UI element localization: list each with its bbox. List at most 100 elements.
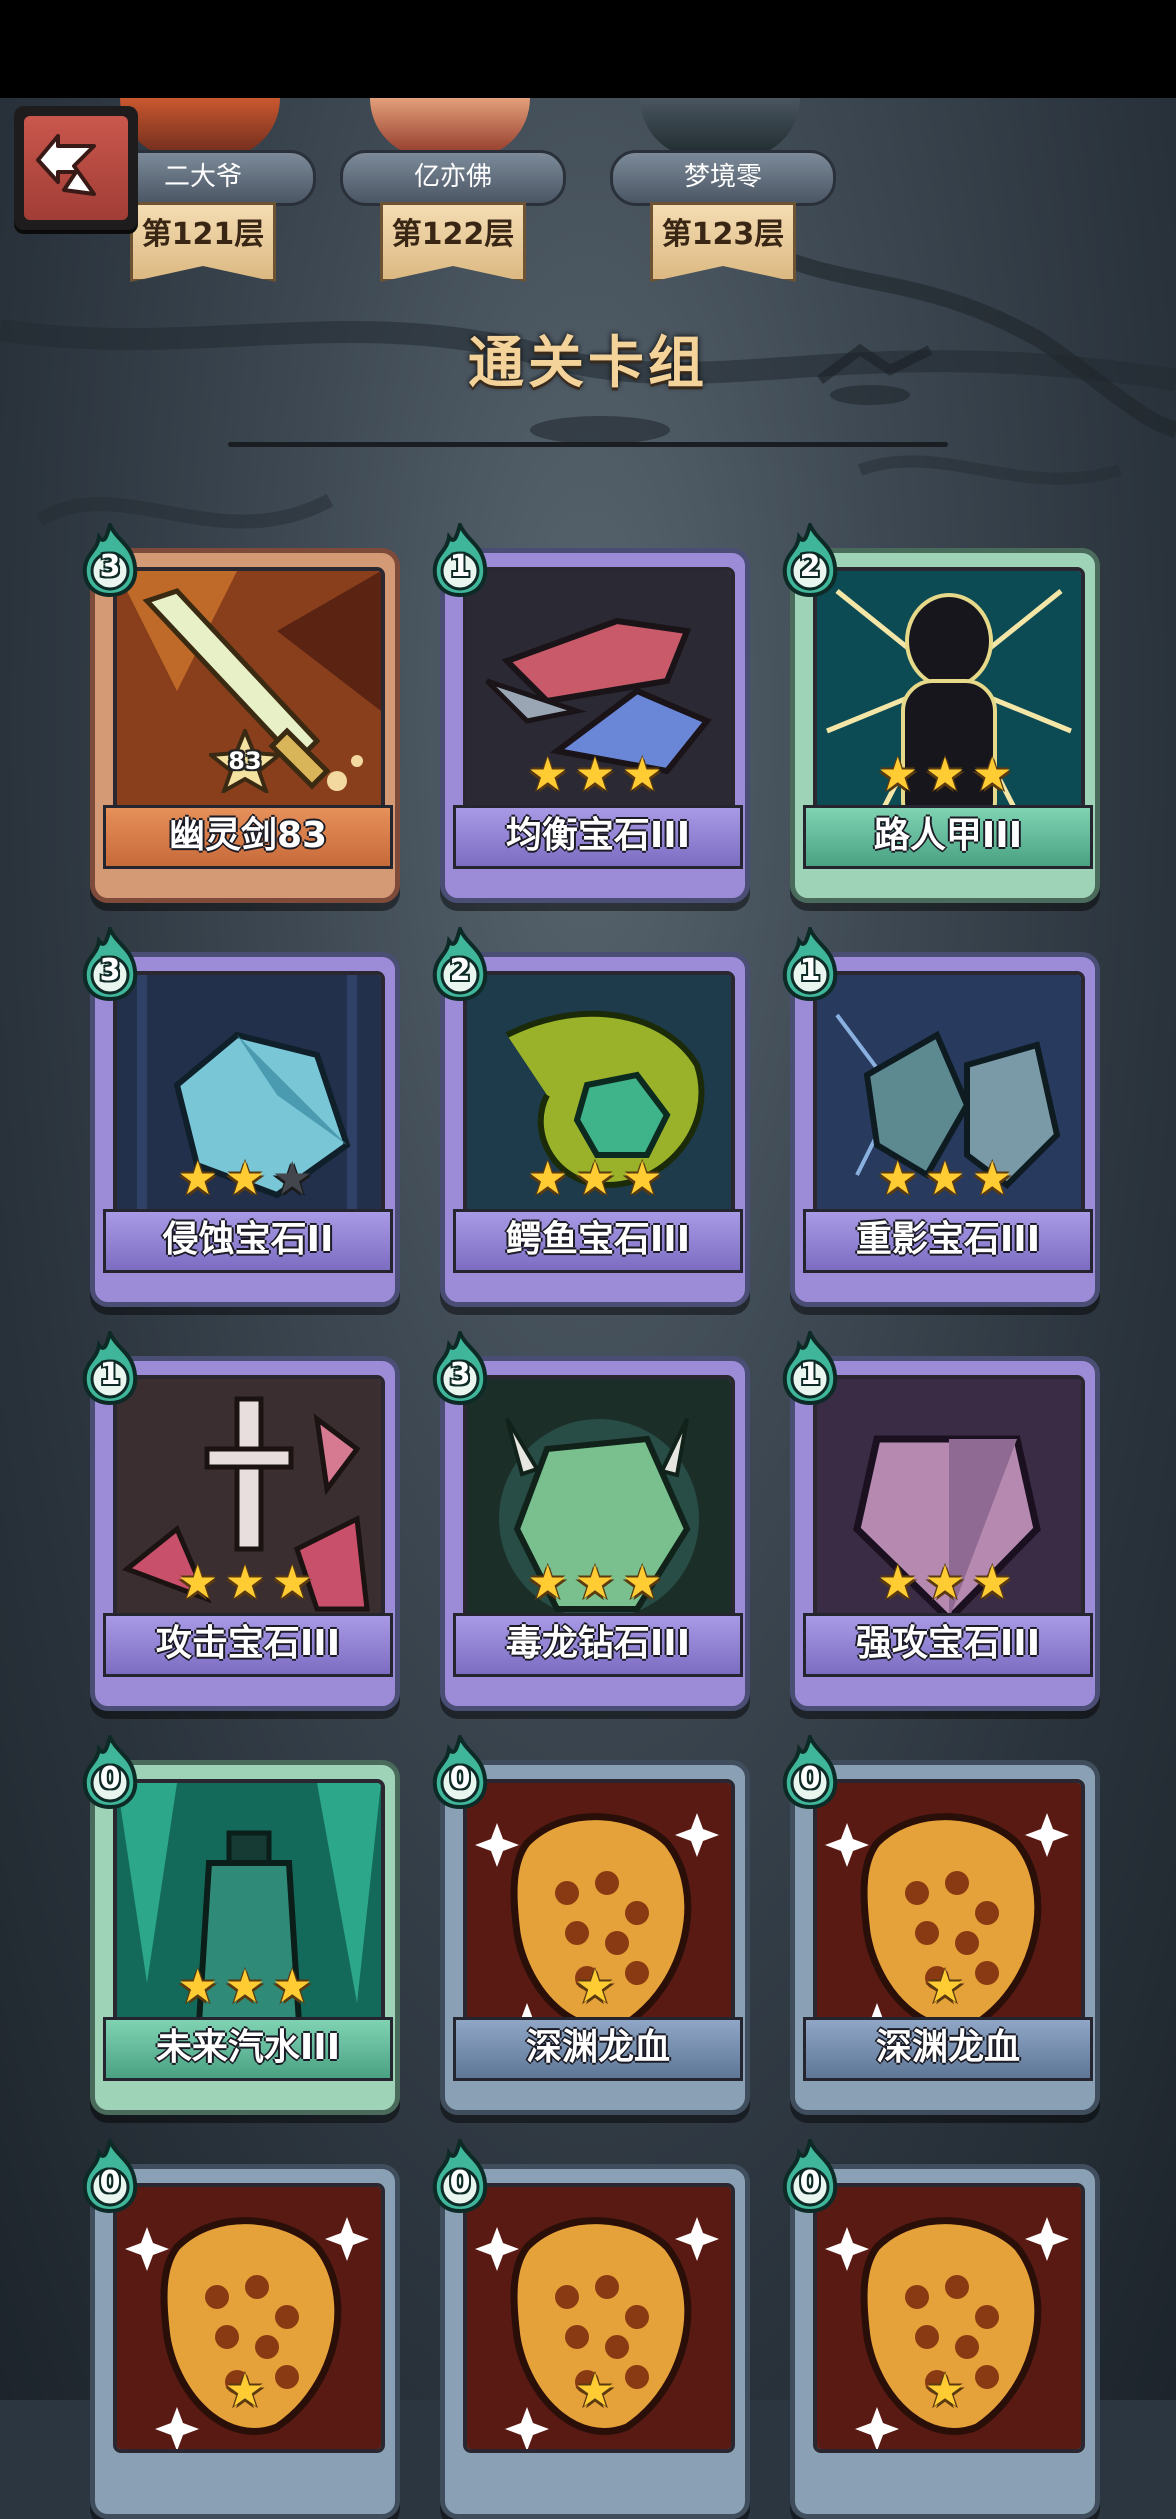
card[interactable]: ★ ★ ★ 侵蚀宝石II 3: [82, 923, 400, 1307]
card-cost: 2: [799, 549, 821, 584]
level-badge: 83: [205, 725, 285, 796]
star-icon: ★: [527, 1151, 569, 1205]
avatar: [370, 98, 530, 158]
star-icon: ★: [574, 2363, 616, 2417]
star-icon: ★: [877, 1555, 919, 1609]
avatar: [120, 98, 280, 158]
star-icon: ★: [527, 1555, 569, 1609]
player-floor: 第123层: [650, 202, 796, 282]
card-name: 深渊龙血: [453, 2017, 743, 2081]
star-icon: ★: [924, 2363, 966, 2417]
card[interactable]: ★ 0: [432, 2135, 750, 2519]
star-icon: ★: [621, 1555, 663, 1609]
star-icon: ★: [271, 1555, 313, 1609]
card-name: 攻击宝石III: [103, 1613, 393, 1677]
card-name: 鳄鱼宝石III: [453, 1209, 743, 1273]
player-floor: 第122层: [380, 202, 526, 282]
card-cost: 0: [449, 1761, 471, 1796]
card-cost: 1: [99, 1357, 121, 1392]
star-icon: ★: [271, 1959, 313, 2013]
player-entry[interactable]: 亿亦佛 第122层: [330, 98, 570, 288]
card[interactable]: ★ ★ ★ 均衡宝石III 1: [432, 519, 750, 903]
star-icon: ★: [924, 747, 966, 801]
star-icon: ★: [224, 1555, 266, 1609]
back-button[interactable]: [14, 106, 138, 230]
card[interactable]: ★ ★ ★ 路人甲III 2: [782, 519, 1100, 903]
star-icon: ★: [177, 1151, 219, 1205]
energy-cost: 0: [81, 2135, 139, 2214]
card[interactable]: 83 幽灵剑83 3: [82, 519, 400, 903]
card-cost: 1: [799, 953, 821, 988]
star-rating: ★: [795, 1961, 1095, 2011]
card[interactable]: ★ ★ ★ 强攻宝石III 1: [782, 1327, 1100, 1711]
card[interactable]: ★ ★ ★ 毒龙钻石III 3: [432, 1327, 750, 1711]
energy-cost: 0: [431, 2135, 489, 2214]
card-cost: 3: [449, 1357, 471, 1392]
star-icon: ★: [971, 747, 1013, 801]
energy-cost: 0: [781, 2135, 839, 2214]
star-rating: ★ ★ ★: [795, 1153, 1095, 1203]
star-rating: ★ ★ ★: [95, 1557, 395, 1607]
star-icon: ★: [621, 747, 663, 801]
card[interactable]: ★ 深渊龙血 0: [432, 1731, 750, 2115]
star-icon: ★: [621, 1151, 663, 1205]
avatar: [640, 98, 800, 158]
card-name: 幽灵剑83: [103, 805, 393, 869]
energy-cost: 1: [781, 923, 839, 1002]
energy-cost: 2: [781, 519, 839, 598]
star-icon: ★: [574, 747, 616, 801]
energy-cost: 1: [431, 519, 489, 598]
star-icon: ★: [177, 1959, 219, 2013]
card[interactable]: ★ 0: [82, 2135, 400, 2519]
player-floor: 第121层: [130, 202, 276, 282]
star-icon: ★: [224, 2363, 266, 2417]
status-bar: [0, 0, 1176, 98]
star-rating: ★ ★ ★: [795, 1557, 1095, 1607]
card-level: 83: [228, 747, 262, 775]
card[interactable]: ★ ★ ★ 重影宝石III 1: [782, 923, 1100, 1307]
energy-cost: 0: [431, 1731, 489, 1810]
card[interactable]: ★ ★ ★ 攻击宝石III 1: [82, 1327, 400, 1711]
card-cost: 0: [99, 2165, 121, 2200]
card[interactable]: ★ ★ ★ 未来汽水III 0: [82, 1731, 400, 2115]
star-icon: ★: [971, 1555, 1013, 1609]
star-icon: ★: [271, 1151, 313, 1205]
card-cost: 0: [99, 1761, 121, 1796]
card[interactable]: ★ 深渊龙血 0: [782, 1731, 1100, 2115]
divider: [228, 442, 948, 447]
star-icon: ★: [177, 1555, 219, 1609]
star-icon: ★: [924, 1555, 966, 1609]
star-rating: ★ ★ ★: [95, 1153, 395, 1203]
star-rating: ★: [445, 2365, 745, 2415]
card-cost: 0: [799, 2165, 821, 2200]
star-icon: ★: [877, 1151, 919, 1205]
card[interactable]: ★ 0: [782, 2135, 1100, 2519]
star-icon: ★: [574, 1959, 616, 2013]
star-icon: ★: [224, 1959, 266, 2013]
energy-cost: 2: [431, 923, 489, 1002]
section-title: 通关卡组: [468, 331, 708, 396]
energy-cost: 3: [81, 519, 139, 598]
card-cost: 0: [449, 2165, 471, 2200]
card-name: 强攻宝石III: [803, 1613, 1093, 1677]
player-name: 亿亦佛: [340, 150, 566, 206]
card[interactable]: ★ ★ ★ 鳄鱼宝石III 2: [432, 923, 750, 1307]
card-name: 侵蚀宝石II: [103, 1209, 393, 1273]
energy-cost: 1: [81, 1327, 139, 1406]
star-icon: ★: [224, 1151, 266, 1205]
card-cost: 3: [99, 549, 121, 584]
energy-cost: 3: [431, 1327, 489, 1406]
card-cost: 3: [99, 953, 121, 988]
star-rating: ★ ★ ★: [95, 1961, 395, 2011]
card-name: 毒龙钻石III: [453, 1613, 743, 1677]
card-cost: 2: [449, 953, 471, 988]
star-icon: ★: [971, 1151, 1013, 1205]
energy-cost: 1: [781, 1327, 839, 1406]
player-entry[interactable]: 梦境零 第123层: [600, 98, 840, 288]
star-rating: ★ ★ ★: [445, 1153, 745, 1203]
back-arrow-icon: [36, 134, 96, 196]
star-rating: ★ ★ ★: [795, 749, 1095, 799]
card-art: [113, 567, 385, 837]
star-icon: ★: [574, 1151, 616, 1205]
star-rating: ★ ★ ★: [445, 1557, 745, 1607]
